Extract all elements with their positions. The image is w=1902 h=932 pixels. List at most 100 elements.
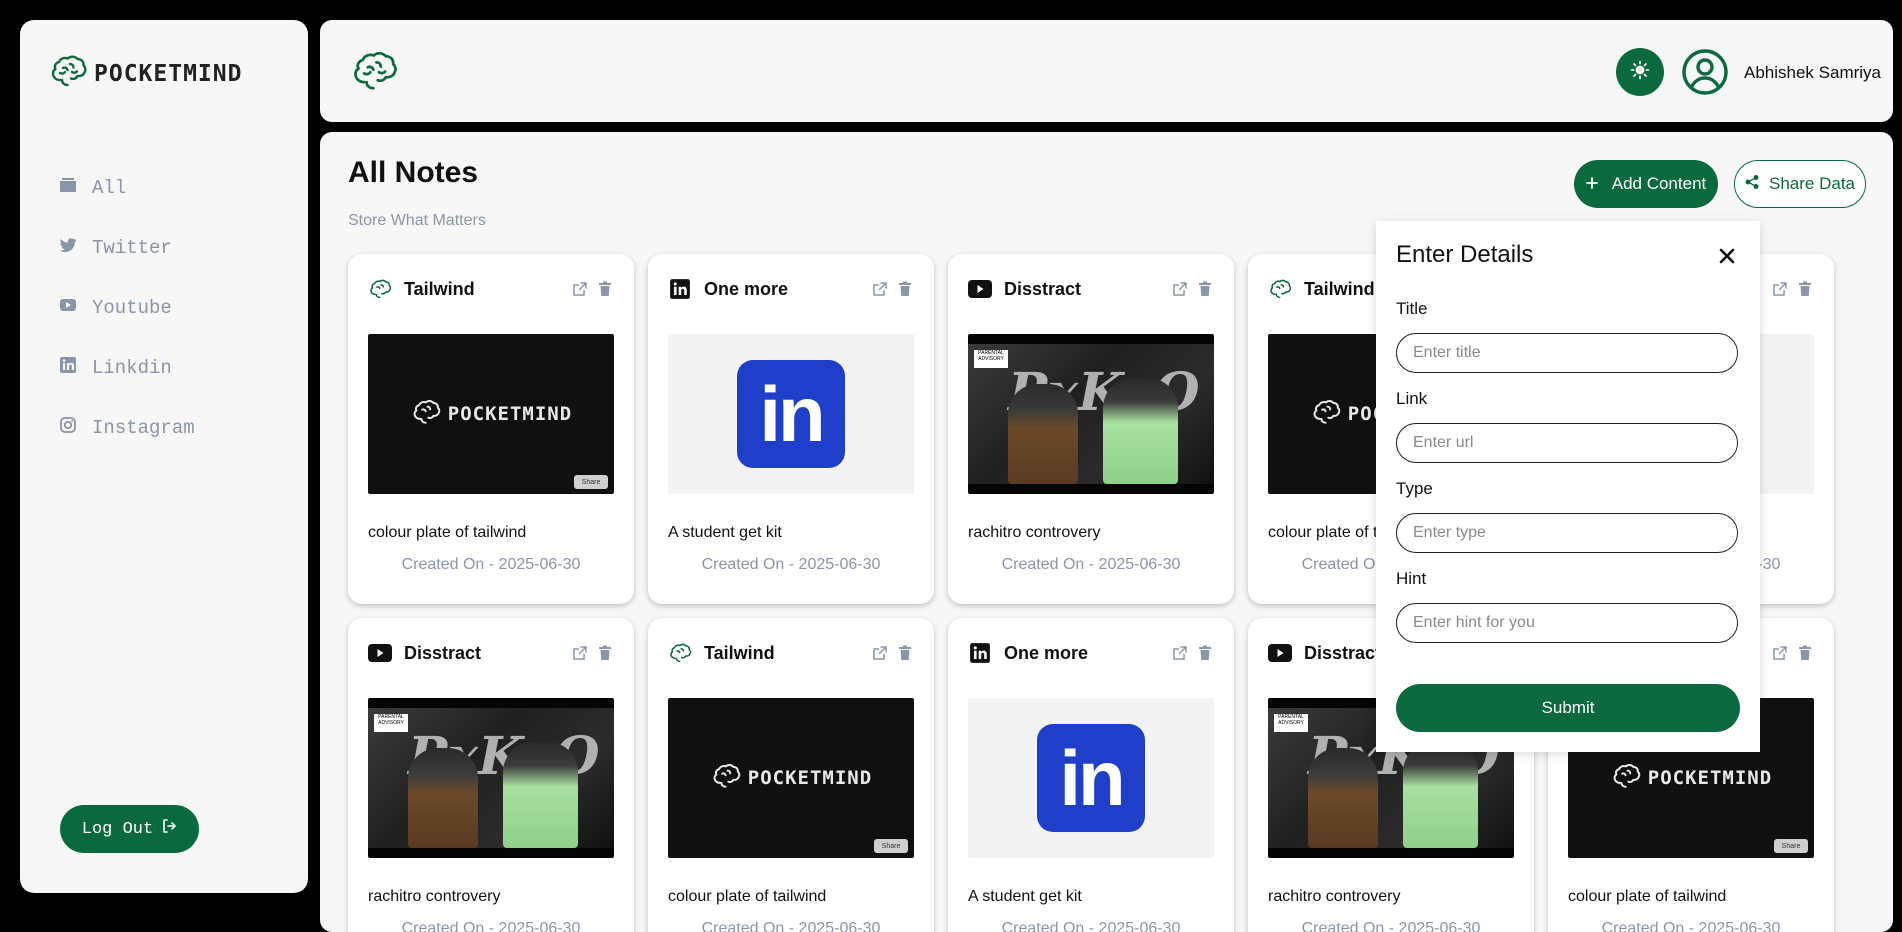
- youtube-icon: [1268, 641, 1292, 665]
- theme-toggle-button[interactable]: [1616, 48, 1664, 96]
- linkedin-icon: [968, 641, 992, 665]
- card-title: Disstract: [404, 642, 482, 663]
- thumbnail-share-tag: Share: [874, 839, 908, 853]
- delete-icon[interactable]: [598, 645, 614, 661]
- delete-icon[interactable]: [898, 645, 914, 661]
- advisory-label: PARENTAL ADVISORY: [974, 350, 1008, 368]
- logout-button[interactable]: Log Out: [60, 805, 199, 853]
- advisory-label: PARENTAL ADVISORY: [374, 714, 408, 732]
- note-card[interactable]: One more in A student get kit Created On - …: [948, 618, 1234, 932]
- sidebar-item-all[interactable]: All: [58, 158, 195, 218]
- thumbnail-person: [1308, 748, 1378, 848]
- brain-icon: [668, 641, 692, 665]
- card-description: rachitro controvery: [968, 524, 1101, 541]
- brain-icon[interactable]: [348, 50, 400, 97]
- open-link-icon[interactable]: [872, 645, 888, 661]
- thumbnail-person: [408, 748, 478, 848]
- thumbnail-image: POCKETMIND Share: [668, 698, 914, 858]
- note-card[interactable]: One more in A student get kit Created On - …: [648, 254, 934, 604]
- share-data-label: Share Data: [1769, 174, 1855, 193]
- open-link-icon[interactable]: [1172, 645, 1188, 661]
- thumbnail-person: [503, 742, 578, 848]
- note-card[interactable]: Disstract PxKxO PARENTAL ADVISORY rachitro …: [948, 254, 1234, 604]
- type-field-label: Type: [1396, 479, 1433, 498]
- delete-icon[interactable]: [598, 281, 614, 297]
- card-date: Created On - 2025-06-30: [401, 556, 581, 573]
- thumbnail-image: POCKETMIND Share: [368, 334, 614, 494]
- delete-icon[interactable]: [1198, 645, 1214, 661]
- share-data-button[interactable]: Share Data: [1734, 160, 1866, 208]
- page-subtitle: Store What Matters: [348, 212, 486, 229]
- brain-icon: [1310, 399, 1342, 430]
- card-date: Created On - 2025-06-30: [701, 556, 881, 573]
- delete-icon[interactable]: [1198, 281, 1214, 297]
- sidebar-item-youtube[interactable]: Youtube: [58, 278, 195, 338]
- thumbnail-share-tag: Share: [1774, 839, 1808, 853]
- brain-icon: [1610, 763, 1642, 794]
- card-date: Created On - 2025-06-30: [1301, 920, 1481, 932]
- open-link-icon[interactable]: [1772, 281, 1788, 297]
- note-card[interactable]: Tailwind POCKETMIND Share colour plate of t…: [348, 254, 634, 604]
- card-date: Created On - 2025-06-30: [401, 920, 581, 932]
- link-field-label: Link: [1396, 389, 1428, 408]
- thumbnail-image: PxKxO PARENTAL ADVISORY: [968, 334, 1214, 494]
- card-header: Disstract: [968, 276, 1214, 302]
- youtube-icon: [58, 295, 78, 321]
- thumbnail-image: in: [968, 698, 1214, 858]
- add-content-label: Add Content: [1611, 174, 1707, 193]
- brain-icon: [48, 54, 88, 93]
- enter-details-modal: Enter Details Title Link Type Hint Submi…: [1376, 221, 1760, 752]
- delete-icon[interactable]: [1798, 281, 1814, 297]
- type-field[interactable]: [1396, 513, 1738, 553]
- open-link-icon[interactable]: [1172, 281, 1188, 297]
- linkedin-icon: [668, 277, 692, 301]
- sun-icon: [1630, 60, 1650, 85]
- modal-title: Enter Details: [1396, 241, 1534, 268]
- open-link-icon[interactable]: [572, 281, 588, 297]
- note-card[interactable]: Tailwind POCKETMIND Share colour plate of t…: [648, 618, 934, 932]
- delete-icon[interactable]: [898, 281, 914, 297]
- user-avatar-icon[interactable]: [1681, 48, 1729, 96]
- logout-label: Log Out: [81, 819, 154, 839]
- card-description: A student get kit: [668, 524, 782, 541]
- youtube-icon: [368, 641, 392, 665]
- card-date: Created On - 2025-06-30: [1001, 556, 1181, 573]
- sidebar-item-twitter[interactable]: Twitter: [58, 218, 195, 278]
- open-link-icon[interactable]: [872, 281, 888, 297]
- title-field[interactable]: [1396, 333, 1738, 373]
- thumbnail-image: in: [668, 334, 914, 494]
- linkedin-logo: in: [1037, 724, 1145, 832]
- link-field[interactable]: [1396, 423, 1738, 463]
- card-header: Tailwind: [368, 276, 614, 302]
- card-title: Tailwind: [404, 278, 475, 299]
- app-name: POCKETMIND: [94, 60, 243, 87]
- card-title: Tailwind: [704, 642, 775, 663]
- note-card[interactable]: Disstract PxKxO PARENTAL ADVISORY rachitro …: [348, 618, 634, 932]
- sidebar: POCKETMIND All Twitter Youtube Linkdin I…: [20, 20, 308, 893]
- open-link-icon[interactable]: [572, 645, 588, 661]
- close-icon[interactable]: [1716, 245, 1738, 267]
- submit-label: Submit: [1541, 698, 1595, 717]
- card-date: Created On - 2025-06-30: [1001, 920, 1181, 932]
- card-header: Tailwind: [668, 640, 914, 666]
- hint-field[interactable]: [1396, 603, 1738, 643]
- brain-icon: [1268, 277, 1292, 301]
- thumbnail-person: [1008, 384, 1078, 484]
- card-title: Disstract: [1004, 278, 1082, 299]
- folder-icon: [58, 175, 78, 201]
- hint-field-label: Hint: [1396, 569, 1427, 588]
- app-logo[interactable]: POCKETMIND: [48, 54, 242, 93]
- open-link-icon[interactable]: [1772, 645, 1788, 661]
- card-title: One more: [704, 278, 789, 299]
- advisory-label: PARENTAL ADVISORY: [1274, 714, 1308, 732]
- sidebar-item-instagram[interactable]: Instagram: [58, 398, 195, 458]
- sidebar-item-linkedin[interactable]: Linkdin: [58, 338, 195, 398]
- thumbnail-person: [1103, 378, 1178, 484]
- delete-icon[interactable]: [1798, 645, 1814, 661]
- card-header: One more: [968, 640, 1214, 666]
- sidebar-item-label: All: [92, 177, 127, 199]
- card-header: One more: [668, 276, 914, 302]
- add-content-button[interactable]: Add Content: [1574, 160, 1718, 208]
- brain-icon: [368, 277, 392, 301]
- submit-button[interactable]: Submit: [1396, 684, 1740, 732]
